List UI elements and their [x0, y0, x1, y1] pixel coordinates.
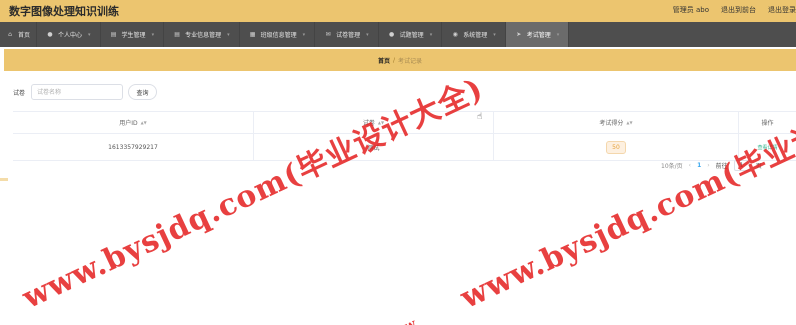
nav-label: 学生管理: [121, 32, 146, 39]
page-number[interactable]: 1: [697, 162, 701, 169]
nav-label: 专业信息管理: [185, 32, 222, 39]
breadcrumb-current: 考试记录: [398, 57, 423, 65]
nav-exam-management[interactable]: ➤ 考试管理 ▾: [505, 22, 570, 47]
nav-home[interactable]: ⌂ 首页: [0, 22, 38, 47]
nav-paper-management[interactable]: ✉ 试卷管理 ▾: [315, 22, 379, 47]
cell-action: 查看详情: [739, 134, 796, 160]
column-header-paper[interactable]: 试卷 ▲▼: [254, 112, 494, 133]
nav-personal-center[interactable]: ● 个人中心 ▾: [37, 22, 101, 47]
breadcrumb: 首页 / 考试记录: [4, 49, 796, 71]
logout-link[interactable]: 退出登录: [768, 5, 796, 15]
search-input[interactable]: [31, 84, 124, 100]
nav-label: 个人中心: [58, 32, 83, 39]
next-page-button[interactable]: ›: [707, 162, 709, 169]
watermark-fragment: w: [401, 316, 419, 325]
goto-page-input[interactable]: 1: [733, 160, 750, 171]
cell-score: 50: [494, 134, 739, 160]
chevron-down-icon: ▾: [151, 31, 155, 38]
nav-label: 班级信息管理: [260, 32, 297, 39]
watermark-text: www.bysjdq.com(毕业设计大全): [455, 71, 796, 316]
main-nav: ⌂ 首页 ● 个人中心 ▾ ▤ 学生管理 ▾ ▤ 专业信息管理 ▾ ▦ 班级信息…: [0, 22, 796, 47]
sort-icon[interactable]: ▲▼: [626, 120, 632, 125]
nav-class-management[interactable]: ▦ 班级信息管理 ▾: [240, 22, 316, 47]
content-frame-edge: [0, 178, 8, 181]
column-header-user-id[interactable]: 用户ID ▲▼: [13, 112, 254, 133]
breadcrumb-separator: /: [392, 56, 396, 64]
page-size-select[interactable]: 10条/页: [661, 161, 683, 170]
admin-label: 管理员 abo: [672, 6, 709, 14]
top-header: 数字图像处理知识训练 管理员 abo 退出到前台 退出登录: [0, 0, 796, 22]
chevron-down-icon: ▾: [366, 31, 369, 38]
nav-label: 系统管理: [463, 32, 488, 39]
score-tag: 50: [606, 140, 626, 154]
mouse-cursor-icon: ☝: [477, 112, 483, 122]
nav-question-management[interactable]: ● 试题管理 ▾: [379, 22, 443, 47]
prev-page-button[interactable]: ‹: [689, 162, 691, 169]
view-details-button[interactable]: 查看详情: [757, 144, 777, 151]
chevron-down-icon: ▾: [88, 31, 91, 38]
column-header-label: 考试得分: [599, 120, 624, 127]
page-suffix: 页: [755, 163, 762, 170]
goto-label: 前往: [715, 163, 728, 170]
sort-icon[interactable]: ▲▼: [378, 120, 384, 125]
back-to-frontend-link[interactable]: 退出到前台: [721, 5, 756, 15]
nav-label: 试卷管理: [336, 32, 361, 39]
search-button[interactable]: 查询: [128, 84, 158, 100]
table-icon: ▦: [249, 31, 256, 38]
pagination: 10条/页 ‹ 1 › 前往 1 页: [661, 160, 762, 171]
list-icon: ▤: [174, 31, 180, 38]
table-row: 1613357929217 测试 50 查看详情: [13, 134, 796, 161]
chevron-down-icon: ▾: [493, 31, 496, 38]
circle-icon: ◉: [452, 31, 458, 38]
send-icon: ➤: [516, 31, 522, 38]
nav-label: 试题管理: [399, 32, 424, 39]
nav-student-management[interactable]: ▤ 学生管理 ▾: [101, 22, 165, 47]
column-header-score[interactable]: 考试得分 ▲▼: [494, 112, 739, 133]
column-header-label: 操作: [761, 120, 774, 127]
exam-records-table: 用户ID ▲▼ 试卷 ▲▼ 考试得分 ▲▼ 操作 1613357929217 测…: [13, 111, 796, 161]
sort-icon[interactable]: ▲▼: [141, 120, 147, 125]
cell-paper: 测试: [254, 134, 494, 160]
nav-major-management[interactable]: ▤ 专业信息管理 ▾: [164, 22, 240, 47]
home-icon: ⌂: [8, 31, 12, 38]
chevron-down-icon: ▾: [227, 31, 230, 38]
watermark-text: www.bysjdq.com(毕业设计大全): [17, 71, 489, 316]
column-header-label: 试卷: [362, 120, 375, 127]
column-header-action: 操作: [739, 112, 796, 133]
mail-icon: ✉: [325, 31, 331, 38]
column-header-label: 用户ID: [119, 120, 138, 127]
search-form: 试卷 查询: [13, 84, 158, 100]
nav-home-label: 首页: [18, 32, 31, 39]
chevron-down-icon: ▾: [302, 31, 306, 38]
page: 数字图像处理知识训练 管理员 abo 退出到前台 退出登录 ⌂ 首页 ● 个人中…: [0, 0, 796, 325]
breadcrumb-home[interactable]: 首页: [378, 56, 390, 65]
nav-label: 考试管理: [526, 32, 551, 39]
user-icon: ●: [47, 31, 53, 38]
table-header-row: 用户ID ▲▼ 试卷 ▲▼ 考试得分 ▲▼ 操作: [13, 112, 796, 134]
nav-system-management[interactable]: ◉ 系统管理 ▾: [442, 22, 506, 47]
user-icon: ●: [389, 31, 395, 38]
chevron-down-icon: ▾: [429, 31, 433, 38]
list-icon: ▤: [110, 31, 117, 38]
chevron-down-icon: ▾: [556, 31, 560, 38]
cell-user-id: 1613357929217: [13, 134, 254, 160]
header-links: 管理员 abo 退出到前台 退出登录: [673, 5, 796, 15]
app-title: 数字图像处理知识训练: [9, 5, 119, 18]
search-label: 试卷: [13, 89, 26, 97]
